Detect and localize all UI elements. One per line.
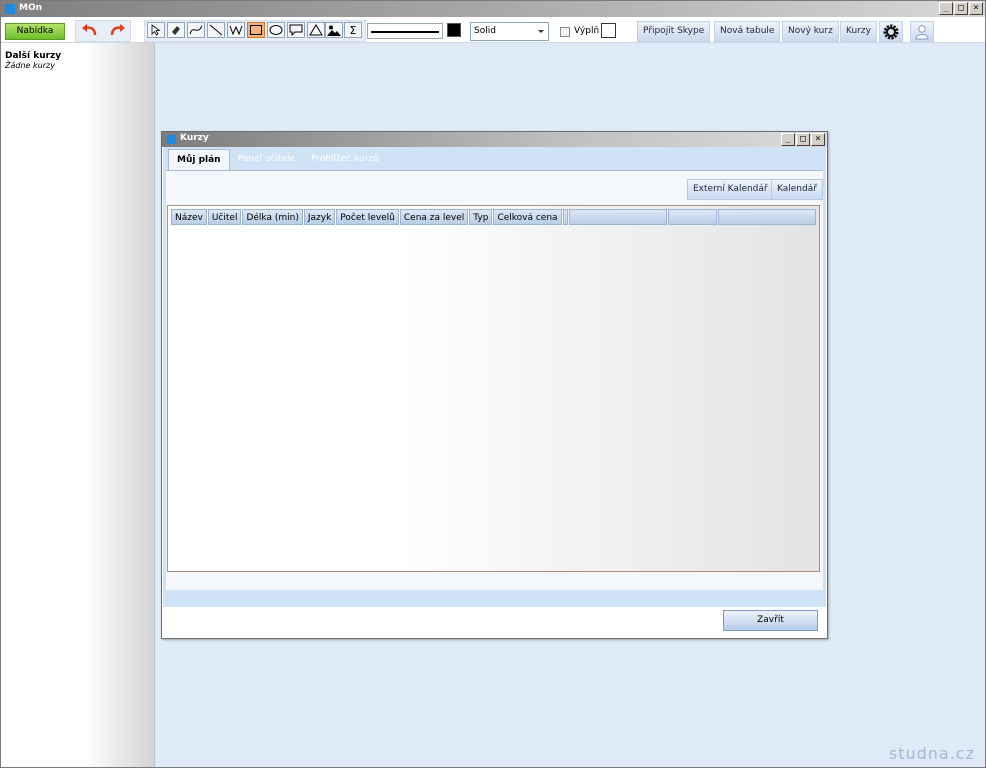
image-tool[interactable] [325,22,343,38]
app-window: MOn _ □ × Nabídka Σ Solid Výplň Připojit… [0,0,986,768]
column-header[interactable] [562,209,569,225]
dialog-app-icon [167,135,176,144]
sigma-tool[interactable]: Σ [344,22,362,38]
polyline-icon [229,25,243,36]
speech-bubble-icon [289,24,303,36]
user-icon [915,24,929,39]
calendar-button[interactable]: Kalendář [771,179,823,200]
rectangle-icon [250,25,262,35]
dialog-close-x-button[interactable]: × [811,133,825,146]
polyline-tool[interactable] [227,22,245,38]
new-board-button[interactable]: Nová tabule [714,21,781,42]
line-style-select[interactable]: Solid [470,22,549,41]
callout-tool[interactable] [287,22,305,38]
user-profile-button[interactable] [910,21,934,42]
connect-skype-button[interactable]: Připojit Skype [637,21,711,42]
eraser-tool[interactable] [167,22,185,38]
line-width-selector[interactable] [367,23,443,39]
pointer-tool[interactable] [147,22,165,38]
dialog-title-bar: Kurzy _ □ × [162,132,827,147]
line-tool[interactable] [207,22,225,38]
column-header[interactable]: Učitel [207,209,242,225]
image-icon [327,25,341,36]
redo-icon [110,24,125,36]
chevron-down-icon [538,30,544,33]
undo-icon [82,24,97,36]
app-icon [5,4,15,14]
ellipse-icon [269,25,283,35]
courses-table[interactable]: Název Učitel Délka (min) Jazyk Počet lev… [167,205,820,572]
dialog-title: Kurzy [180,133,209,143]
cursor-arrow-icon [151,24,161,36]
line-style-value: Solid [474,26,496,36]
close-button[interactable]: Zavřít [723,610,818,631]
sidebar-empty-text: Žádne kurzy [5,61,55,70]
menu-button[interactable]: Nabídka [5,23,65,40]
redo-button[interactable] [106,20,128,40]
title-bar: MOn _ □ × [1,1,985,17]
curve-icon [189,25,203,35]
dialog-maximize-button[interactable]: □ [796,133,810,146]
ellipse-tool[interactable] [267,22,285,38]
tab-teacher-panel[interactable]: Panel učitele [230,149,303,170]
column-header[interactable]: Jazyk [303,209,336,225]
gear-icon [883,24,899,39]
fill-color-swatch[interactable] [601,23,616,38]
app-title: MOn [19,3,43,13]
external-calendar-button[interactable]: Externí Kalendář [687,179,774,200]
tab-control: Můj plán Panel učitele Prohlížeč kurzů E… [163,147,826,607]
tab-my-plan[interactable]: Můj plán [168,149,230,170]
tab-course-browser[interactable]: Prohlížeč kurzů [303,149,387,170]
line-icon [209,24,223,36]
sigma-icon: Σ [349,23,357,37]
curve-tool[interactable] [187,22,205,38]
undo-button[interactable] [79,20,101,40]
column-header[interactable]: Počet levelů [336,209,399,225]
column-header[interactable] [718,209,816,225]
close-window-button[interactable]: × [969,2,983,15]
new-course-button[interactable]: Nový kurz [782,21,839,42]
fill-checkbox[interactable] [560,27,570,37]
stroke-color-swatch[interactable] [447,23,461,37]
fill-label: Výplň [574,26,600,36]
settings-button[interactable] [879,21,903,42]
window-controls: _ □ × [939,2,983,15]
rectangle-tool[interactable] [247,22,265,38]
triangle-icon [309,24,323,36]
column-header[interactable]: Název [171,209,207,225]
column-header[interactable]: Typ [469,209,493,225]
column-header[interactable]: Cena za level [399,209,469,225]
courses-button[interactable]: Kurzy [840,21,877,42]
sidebar-title: Další kurzy [5,51,62,61]
courses-dialog: Kurzy _ □ × Můj plán Panel učitele Prohl… [161,131,828,639]
triangle-tool[interactable] [307,22,325,38]
dialog-window-controls: _ □ × [781,133,825,146]
my-plan-panel: Externí Kalendář Kalendář Název Učitel D… [166,170,823,590]
sidebar: Další kurzy Žádne kurzy [1,43,155,767]
eraser-icon [172,26,180,35]
maximize-button[interactable]: □ [954,2,968,15]
dialog-minimize-button[interactable]: _ [781,133,795,146]
tab-strip: Můj plán Panel učitele Prohlížeč kurzů [168,149,387,170]
main-toolbar: Nabídka Σ Solid Výplň Připojit Skype Nov… [1,17,985,43]
minimize-button[interactable]: _ [939,2,953,15]
column-header[interactable] [667,209,718,225]
column-header[interactable]: Celková cena [493,209,562,225]
watermark: studna.cz [888,744,975,763]
column-header[interactable]: Délka (min) [242,209,303,225]
table-header: Název Učitel Délka (min) Jazyk Počet lev… [171,209,816,225]
column-header[interactable] [569,209,667,225]
